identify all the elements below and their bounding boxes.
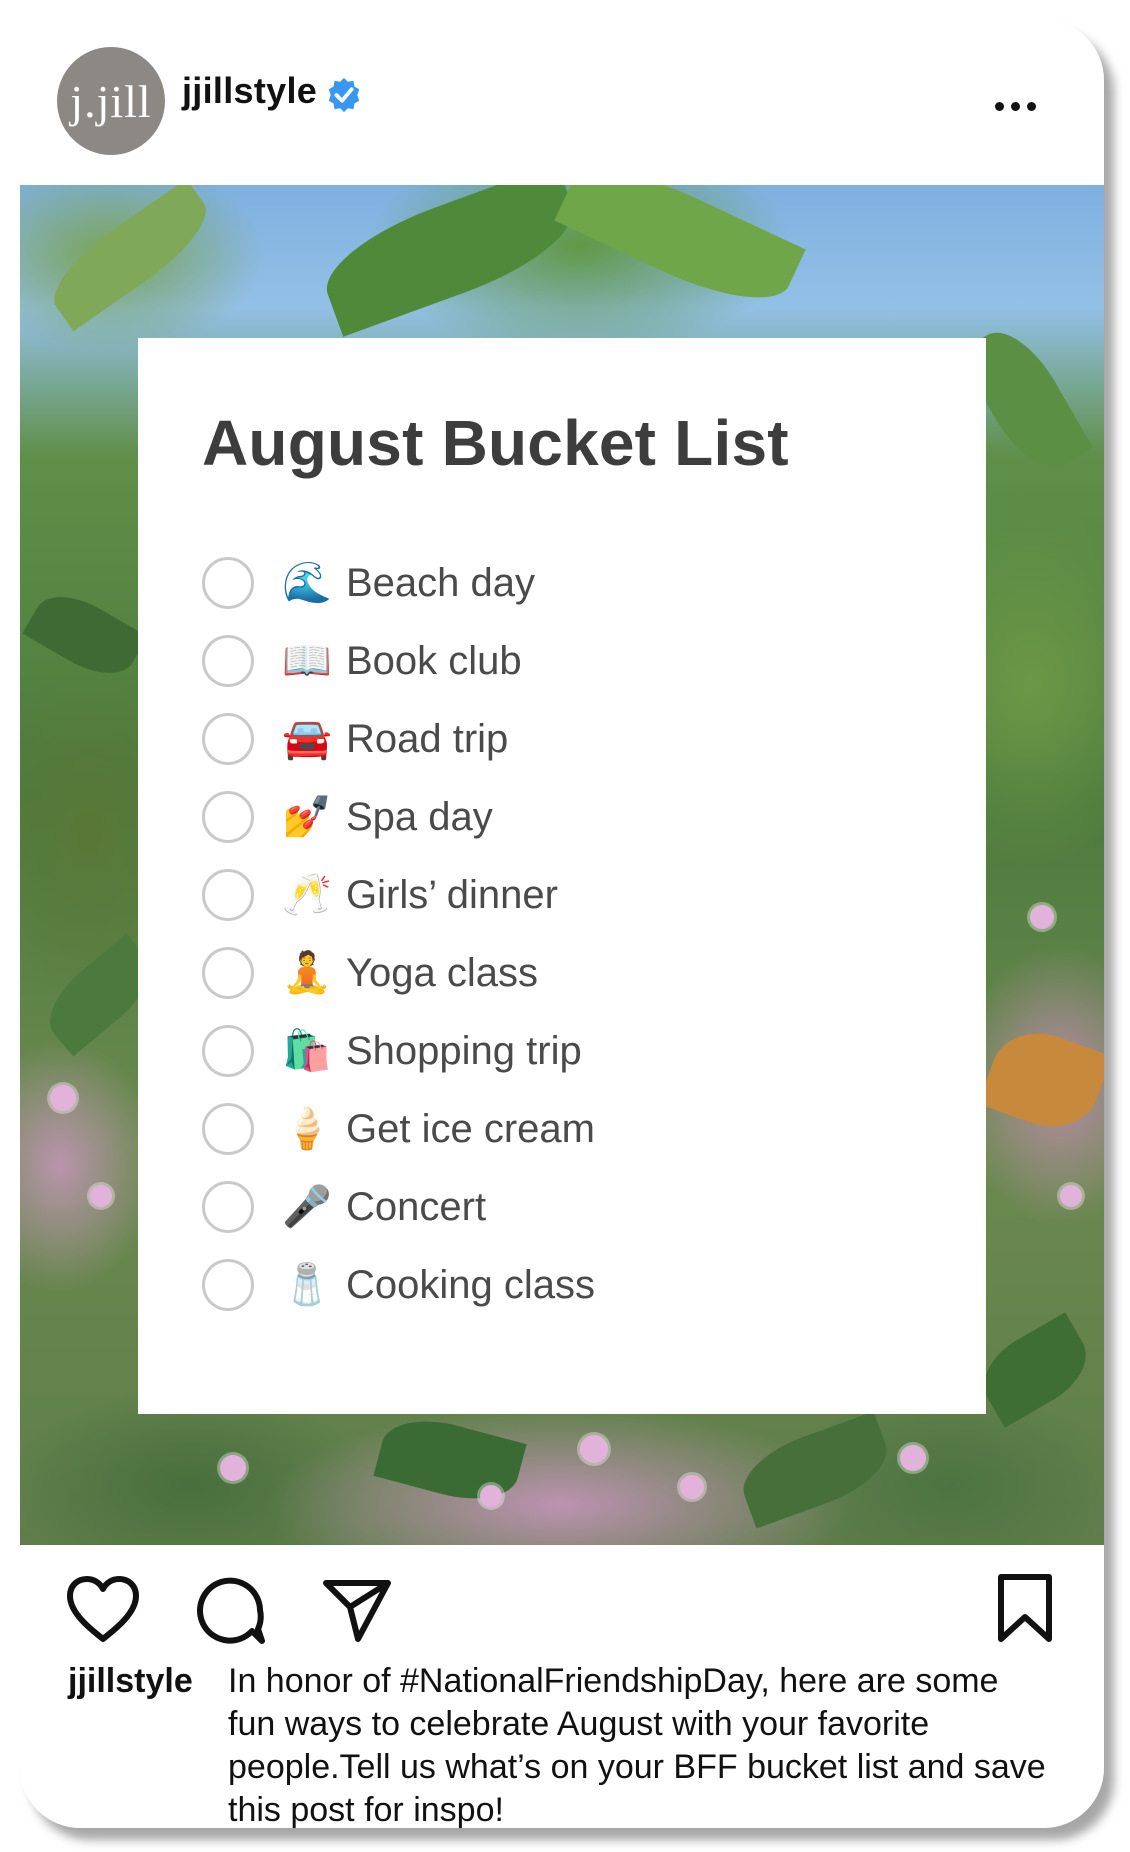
checklist-item-book-club[interactable]: 📖 Book club: [202, 631, 522, 691]
checkbox[interactable]: [202, 1103, 254, 1155]
item-label: Book club: [346, 638, 522, 683]
car-icon: 🚘: [282, 717, 332, 761]
checklist-card: August Bucket List 🌊 Beach day 📖 Book cl…: [138, 338, 986, 1414]
champagne-glasses-icon: 🥂: [282, 873, 332, 917]
nail-polish-icon: 💅: [282, 795, 332, 839]
checklist-item-get-ice-cream[interactable]: 🍦 Get ice cream: [202, 1099, 595, 1159]
item-label: Concert: [346, 1184, 487, 1229]
open-book-icon: 📖: [282, 639, 332, 683]
verified-badge-icon: [328, 77, 360, 113]
send-icon[interactable]: [322, 1577, 392, 1643]
wave-icon: 🌊: [282, 561, 332, 605]
heart-icon[interactable]: [66, 1575, 140, 1643]
post-username[interactable]: jjillstyle: [182, 70, 317, 112]
checklist-item-shopping-trip[interactable]: 🛍️ Shopping trip: [202, 1021, 582, 1081]
avatar[interactable]: j.jill: [57, 47, 165, 155]
item-label: Get ice cream: [346, 1106, 595, 1151]
checkbox[interactable]: [202, 1181, 254, 1233]
action-bar: [20, 1565, 1104, 1655]
yoga-icon: 🧘: [282, 951, 332, 995]
checkbox[interactable]: [202, 947, 254, 999]
item-label: Yoga class: [346, 950, 538, 995]
comment-icon[interactable]: [194, 1573, 268, 1647]
checklist-item-spa-day[interactable]: 💅 Spa day: [202, 787, 493, 847]
checkbox[interactable]: [202, 635, 254, 687]
checklist-item-road-trip[interactable]: 🚘 Road trip: [202, 709, 508, 769]
item-label: Road trip: [346, 716, 509, 761]
shopping-bags-icon: 🛍️: [282, 1029, 332, 1073]
checklist-item-girls-dinner[interactable]: 🥂 Girls’ dinner: [202, 865, 558, 925]
microphone-icon: 🎤: [282, 1185, 332, 1229]
checkbox[interactable]: [202, 713, 254, 765]
checklist-item-cooking-class[interactable]: 🧂 Cooking class: [202, 1255, 595, 1315]
checkbox[interactable]: [202, 1025, 254, 1077]
item-label: Girls’ dinner: [346, 872, 558, 917]
salt-shaker-icon: 🧂: [282, 1263, 332, 1307]
checklist-item-beach-day[interactable]: 🌊 Beach day: [202, 553, 535, 613]
item-label: Spa day: [346, 794, 493, 839]
caption-username[interactable]: jjillstyle: [68, 1660, 193, 1703]
checkbox[interactable]: [202, 869, 254, 921]
checklist-item-concert[interactable]: 🎤 Concert: [202, 1177, 486, 1237]
caption-text: In honor of #NationalFriendshipDay, here…: [228, 1662, 1046, 1828]
bookmark-icon[interactable]: [995, 1573, 1055, 1643]
checkbox[interactable]: [202, 791, 254, 843]
ice-cream-icon: 🍦: [282, 1107, 332, 1151]
checklist-title: August Bucket List: [202, 407, 789, 479]
post-image[interactable]: August Bucket List 🌊 Beach day 📖 Book cl…: [20, 185, 1104, 1545]
item-label: Beach day: [346, 560, 536, 605]
post-card: j.jill jjillstyle August Bucket List 🌊 B…: [20, 20, 1104, 1828]
item-label: Shopping trip: [346, 1028, 582, 1073]
checkbox[interactable]: [202, 1259, 254, 1311]
more-options-icon[interactable]: [995, 102, 1036, 111]
checklist-item-yoga-class[interactable]: 🧘 Yoga class: [202, 943, 538, 1003]
checkbox[interactable]: [202, 557, 254, 609]
item-label: Cooking class: [346, 1262, 596, 1307]
